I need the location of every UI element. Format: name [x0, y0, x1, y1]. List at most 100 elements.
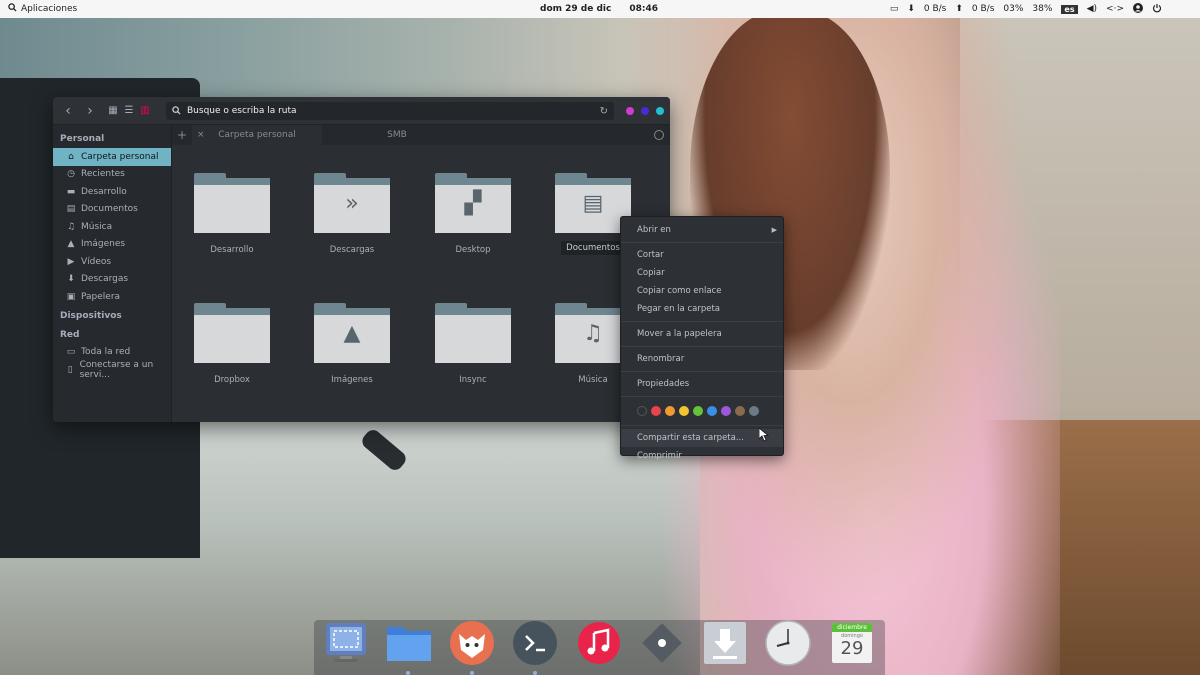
mouse-cursor-icon — [759, 428, 769, 442]
sidebar-item-home[interactable]: ⌂ Carpeta personal — [53, 148, 171, 166]
file-manager-window: ‹ › ▦ ☰ ▥ ↻ Personal ⌂ — [53, 97, 670, 422]
dock-screenshot-app[interactable] — [323, 620, 369, 666]
dock-clock-app[interactable] — [765, 620, 811, 666]
list-icon: ☰ — [124, 105, 134, 116]
folder-item[interactable]: Desarrollo — [182, 145, 282, 255]
folder-item[interactable]: ▲ Imágenes — [302, 275, 402, 385]
picture-icon: ▲ — [67, 239, 75, 250]
battery-percent[interactable]: 38% — [1032, 4, 1052, 14]
menu-item-move-to-trash[interactable]: Mover a la papelera — [621, 325, 783, 343]
sidebar-item-music[interactable]: ♫ Música — [53, 218, 171, 236]
sidebar-item-recent[interactable]: ◷ Recientes — [53, 166, 171, 184]
grid-icon: ▦ — [108, 105, 118, 116]
window-control-cyan[interactable] — [656, 107, 664, 115]
back-button[interactable]: ‹ — [57, 100, 79, 122]
search-icon — [172, 105, 181, 118]
tab-smb[interactable]: SMB — [322, 125, 472, 145]
dock-terminal-app[interactable] — [512, 620, 558, 666]
download-speed: 0 B/s — [923, 4, 947, 14]
calendar-day: 29 — [840, 638, 864, 659]
sidebar-section-devices: Dispositivos — [60, 310, 122, 321]
sidebar-item-documents[interactable]: ▤ Documentos — [53, 201, 171, 219]
keyboard-layout[interactable]: es — [1061, 4, 1078, 14]
sidebar-item-entire-network[interactable]: ▭ Toda la red — [53, 344, 171, 362]
menu-item-rename[interactable]: Renombrar — [621, 350, 783, 368]
menu-item-cut[interactable]: Cortar — [621, 246, 783, 264]
menu-item-copy-as-link[interactable]: Copiar como enlace — [621, 282, 783, 300]
indicators: ▭ ⬇ 0 B/s ⬆ 0 B/s 03% 38% es ◀) <·> — [890, 2, 1200, 16]
volume-percent[interactable]: 03% — [1003, 4, 1023, 14]
tab-history-icon[interactable] — [654, 130, 664, 140]
sidebar-item-trash[interactable]: ▣ Papelera — [53, 288, 171, 306]
color-swatch-slate[interactable] — [749, 406, 759, 416]
dock-downloads-app[interactable] — [702, 620, 748, 666]
sidebar-item-development[interactable]: ▬ Desarrollo — [53, 183, 171, 201]
reload-icon[interactable]: ↻ — [600, 106, 608, 117]
menu-item-copy[interactable]: Copiar — [621, 264, 783, 282]
color-swatch-orange[interactable] — [665, 406, 675, 416]
menu-item-properties[interactable]: Propiedades — [621, 375, 783, 393]
menu-item-paste-into-folder[interactable]: Pegar en la carpeta — [621, 300, 783, 318]
folder-item[interactable]: Insync — [423, 275, 523, 385]
sound-icon[interactable]: ◀) — [1087, 4, 1097, 14]
running-indicator — [470, 671, 474, 675]
plus-icon: + — [176, 128, 188, 142]
network-icon: ▭ — [66, 347, 76, 358]
screenshot-icon — [326, 623, 366, 662]
dock-firefox-app[interactable] — [449, 620, 495, 666]
sidebar-item-connect-server[interactable]: ▯ Conectarse a un servi... — [53, 360, 171, 380]
dock-calendar-app[interactable]: diciembre domingo 29 — [829, 620, 875, 666]
icon-view-button[interactable]: ▦ — [105, 103, 121, 119]
network-icon[interactable]: <·> — [1106, 4, 1124, 14]
menu-separator — [621, 396, 783, 397]
color-swatch-purple[interactable] — [721, 406, 731, 416]
clock-icon: ◷ — [67, 169, 75, 180]
color-swatch-none[interactable] — [637, 406, 647, 416]
display-icon[interactable]: ▭ — [890, 4, 899, 14]
sidebar-item-videos[interactable]: ▶ Vídeos — [53, 253, 171, 271]
menu-item-open-in[interactable]: Abrir en ▶ — [621, 221, 783, 239]
dock-git-app[interactable] — [639, 620, 685, 666]
color-swatch-green[interactable] — [693, 406, 703, 416]
forward-button[interactable]: › — [79, 100, 101, 122]
color-swatch-red[interactable] — [651, 406, 661, 416]
home-icon: ⌂ — [68, 151, 74, 162]
chevron-left-icon: ‹ — [65, 102, 71, 119]
date-label: dom 29 de dic — [540, 4, 612, 14]
list-view-button[interactable]: ☰ — [121, 103, 137, 119]
close-icon[interactable]: × — [197, 130, 205, 140]
folder-icon — [194, 303, 270, 363]
download-arrow-icon: ⬇ — [907, 4, 915, 14]
clock[interactable]: dom 29 de dic 08:46 — [540, 4, 658, 14]
folder-item[interactable]: Dropbox — [182, 275, 282, 385]
top-panel: Aplicaciones dom 29 de dic 08:46 ▭ ⬇ 0 B… — [0, 0, 1200, 18]
window-control-pink[interactable] — [626, 107, 634, 115]
folder-item[interactable]: ▞ Desktop — [423, 145, 523, 255]
folder-item[interactable]: » Descargas — [302, 145, 402, 255]
sidebar-section-network: Red — [60, 329, 80, 340]
menu-separator — [621, 346, 783, 347]
user-icon[interactable] — [1133, 2, 1143, 16]
dock-files-app[interactable] — [386, 620, 432, 666]
column-view-button[interactable]: ▥ — [137, 103, 153, 119]
headerbar: ‹ › ▦ ☰ ▥ ↻ — [53, 97, 670, 125]
path-bar[interactable]: ↻ — [166, 102, 614, 120]
applications-menu[interactable]: Aplicaciones — [0, 3, 540, 15]
time-label: 08:46 — [629, 4, 658, 14]
dock-music-app[interactable] — [576, 620, 622, 666]
calendar-month: diciembre — [832, 623, 872, 632]
submenu-arrow-icon: ▶ — [771, 226, 777, 234]
color-swatch-yellow[interactable] — [679, 406, 689, 416]
color-swatch-brown[interactable] — [735, 406, 745, 416]
path-input[interactable] — [187, 106, 594, 116]
menu-item-compress[interactable]: Comprimir — [621, 447, 783, 465]
sidebar-item-downloads[interactable]: ⬇ Descargas — [53, 271, 171, 289]
download-icon — [704, 622, 746, 664]
server-icon: ▯ — [67, 364, 73, 375]
sidebar-item-pictures[interactable]: ▲ Imágenes — [53, 236, 171, 254]
power-icon[interactable] — [1152, 3, 1162, 16]
color-swatch-blue[interactable] — [707, 406, 717, 416]
window-control-purple[interactable] — [641, 107, 649, 115]
tab-home[interactable]: × Carpeta personal — [192, 125, 322, 145]
new-tab-button[interactable]: + — [172, 128, 192, 142]
